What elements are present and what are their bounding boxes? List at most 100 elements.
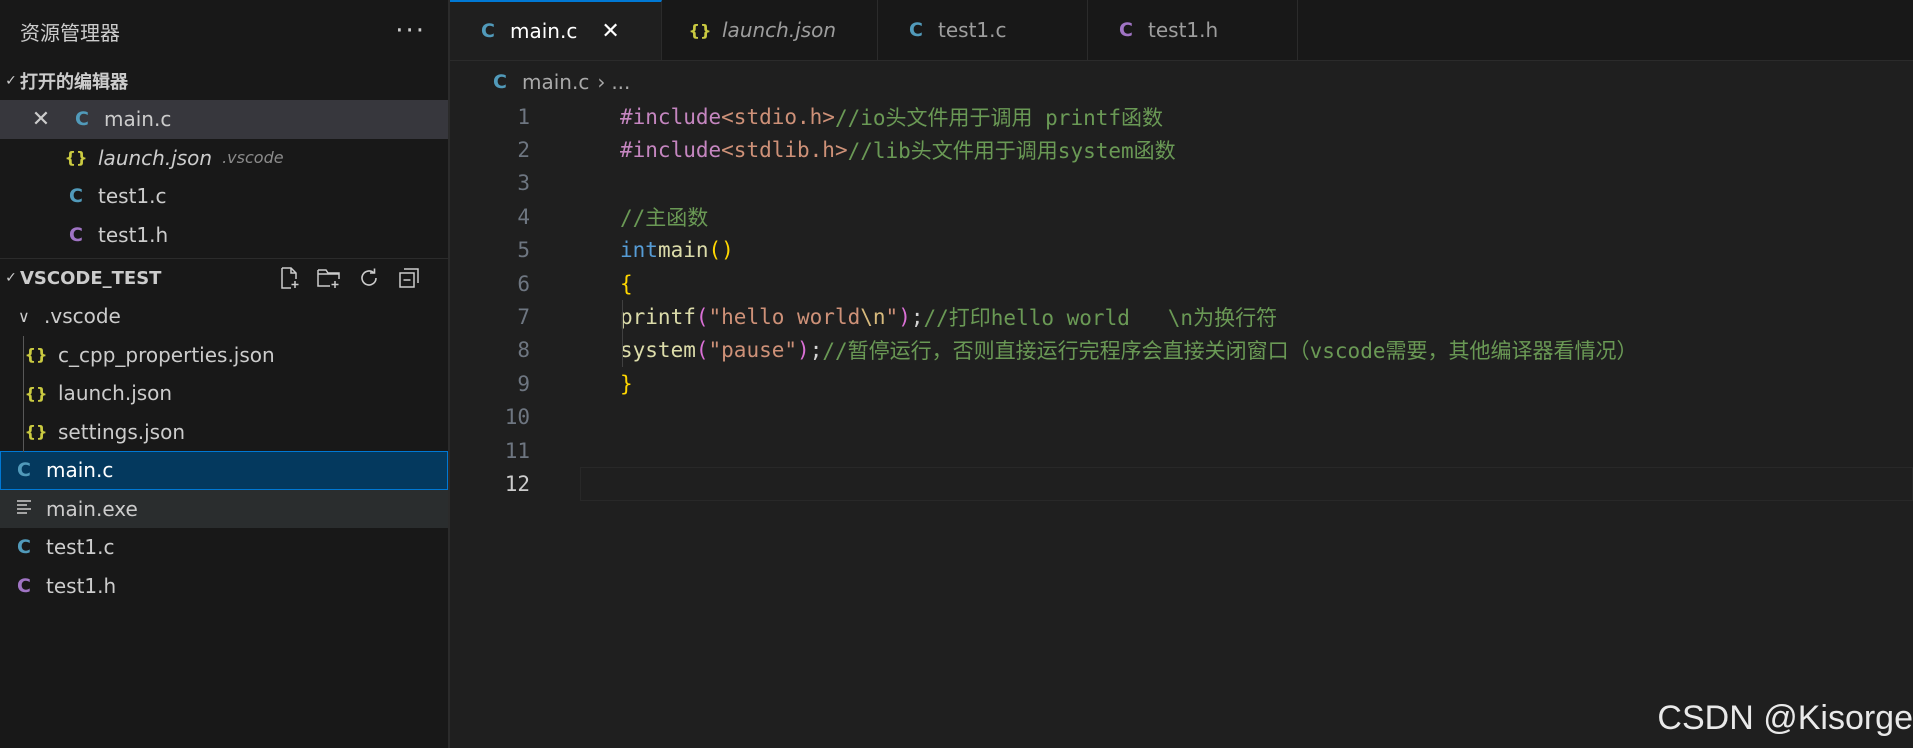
explorer-header: 资源管理器 ··· — [0, 0, 448, 62]
c-file-icon: C — [75, 108, 89, 131]
tree-item[interactable]: main.exe — [0, 489, 448, 528]
code-line: 4 //主函数 — [450, 200, 1913, 233]
chevron-down-icon: ✓ — [5, 270, 17, 286]
c-file-icon: C — [909, 19, 923, 41]
code-line: 10 — [450, 401, 1913, 434]
more-actions-icon[interactable]: ··· — [395, 16, 426, 46]
c-file-icon: C — [69, 185, 83, 208]
code-line: 3 — [450, 167, 1913, 200]
tab-label: test1.c — [938, 18, 1007, 42]
tree-item-label: test1.h — [46, 573, 117, 598]
tab-launch-json[interactable]: {} launch.json — [662, 0, 878, 60]
token-brace: } — [620, 371, 633, 396]
tree-item[interactable]: {} c_cpp_properties.json — [0, 336, 448, 375]
c-file-icon: C — [493, 71, 507, 93]
tab-test1-h[interactable]: C test1.h — [1088, 0, 1298, 60]
token-paren: ) — [898, 305, 911, 330]
indent-guide — [622, 333, 623, 368]
refresh-icon[interactable] — [356, 265, 382, 291]
line-number: 4 — [517, 204, 530, 229]
open-editor-item[interactable]: {} launch.json .vscode — [0, 139, 448, 178]
line-number: 10 — [504, 405, 530, 430]
code-line: 5 int main() — [450, 234, 1913, 267]
collapse-all-icon[interactable] — [396, 265, 422, 291]
code-line: 9 } — [450, 367, 1913, 400]
folder-label: .vscode — [44, 304, 121, 329]
json-file-icon: {} — [24, 383, 48, 403]
code-text: int main() — [580, 234, 1913, 267]
watermark: CSDN @Kisorge — [1657, 699, 1913, 737]
tree-indent-guide — [23, 335, 24, 452]
tree-item-label: main.exe — [46, 496, 138, 521]
tree-item[interactable]: C test1.c — [0, 528, 448, 567]
workspace-section-header[interactable]: ✓ VSCODE_TEST — [0, 259, 448, 297]
code-editor[interactable]: 1 #include <stdio.h> //io头文件用于调用 printf函… — [450, 100, 1913, 501]
open-editor-item[interactable]: C test1.h — [0, 216, 448, 255]
token-header: <stdlib.h> — [721, 138, 848, 163]
explorer-title: 资源管理器 — [20, 20, 120, 45]
h-file-icon: C — [17, 574, 31, 597]
folder-item[interactable]: ∨ .vscode — [0, 297, 448, 336]
code-text: printf("hello world \n "); //打印hello world… — [580, 300, 1913, 334]
token-directive: #include — [620, 138, 722, 163]
tree-item[interactable]: {} launch.json — [0, 374, 448, 413]
tree-item-label: launch.json — [58, 381, 173, 406]
token-type: int — [620, 238, 658, 263]
close-icon[interactable]: ✕ — [601, 19, 619, 44]
line-number: 12 — [504, 471, 530, 496]
tree-item[interactable]: C test1.h — [0, 567, 448, 606]
code-text: { — [580, 267, 1913, 300]
tree-item-label: c_cpp_properties.json — [58, 342, 275, 367]
token-paren: ( — [695, 338, 709, 363]
workspace-title: VSCODE_TEST — [20, 267, 162, 289]
json-file-icon: {} — [64, 148, 88, 168]
folder-children: {} c_cpp_properties.json {} launch.json … — [0, 335, 448, 452]
open-editor-item[interactable]: ✕ C main.c — [0, 100, 448, 139]
token-parens: () — [708, 238, 734, 263]
line-number: 3 — [517, 171, 530, 196]
chevron-down-icon: ✓ — [5, 73, 17, 89]
open-editor-label: test1.h — [98, 222, 169, 247]
token-header: <stdio.h> — [721, 104, 835, 129]
tab-main-c[interactable]: C main.c ✕ — [450, 0, 662, 60]
line-number: 1 — [517, 104, 530, 129]
code-line: 7 printf("hello world \n "); //打印hello wor… — [450, 300, 1913, 334]
line-number: 8 — [517, 338, 530, 363]
code-text[interactable] — [580, 467, 1913, 501]
close-icon[interactable]: ✕ — [28, 107, 54, 132]
open-editor-item[interactable]: C test1.c — [0, 177, 448, 216]
breadcrumb-file[interactable]: main.c — [522, 70, 589, 94]
token-function: main — [657, 238, 709, 263]
code-text: #include <stdio.h> //io头文件用于调用 printf函数 — [580, 100, 1913, 133]
tab-label: main.c — [510, 19, 578, 43]
tree-item-label: main.c — [46, 458, 114, 483]
token-function: system — [620, 338, 696, 363]
tree-item[interactable]: {} settings.json — [0, 413, 448, 452]
chevron-down-icon: ∨ — [18, 306, 30, 326]
line-number: 5 — [517, 238, 530, 263]
open-editor-label: test1.c — [98, 184, 167, 209]
chevron-right-icon: › — [597, 70, 606, 94]
tab-test1-c[interactable]: C test1.c — [878, 0, 1088, 60]
breadcrumb-symbol[interactable]: ... — [611, 70, 630, 94]
new-folder-icon[interactable] — [316, 265, 342, 291]
open-editors-title: 打开的编辑器 — [20, 72, 128, 93]
c-file-icon: C — [481, 20, 495, 42]
token-string: " — [885, 305, 899, 330]
c-file-icon: C — [17, 459, 31, 482]
code-line: 1 #include <stdio.h> //io头文件用于调用 printf函… — [450, 100, 1913, 133]
token-brace: { — [620, 271, 633, 296]
tab-label: test1.h — [1148, 18, 1219, 42]
token-paren: ) — [797, 338, 810, 363]
token-comment: //主函数 — [620, 205, 709, 230]
new-file-icon[interactable] — [276, 265, 302, 291]
tree-item[interactable]: C main.c — [0, 451, 448, 490]
open-editor-label: launch.json — [98, 145, 213, 170]
token-string: "pause" — [708, 338, 798, 363]
open-editors-section-header[interactable]: ✓ 打开的编辑器 — [0, 62, 448, 100]
current-code-line[interactable]: 12 — [450, 467, 1913, 501]
breadcrumb: C main.c › ... — [488, 64, 630, 100]
json-file-icon: {} — [688, 20, 712, 40]
